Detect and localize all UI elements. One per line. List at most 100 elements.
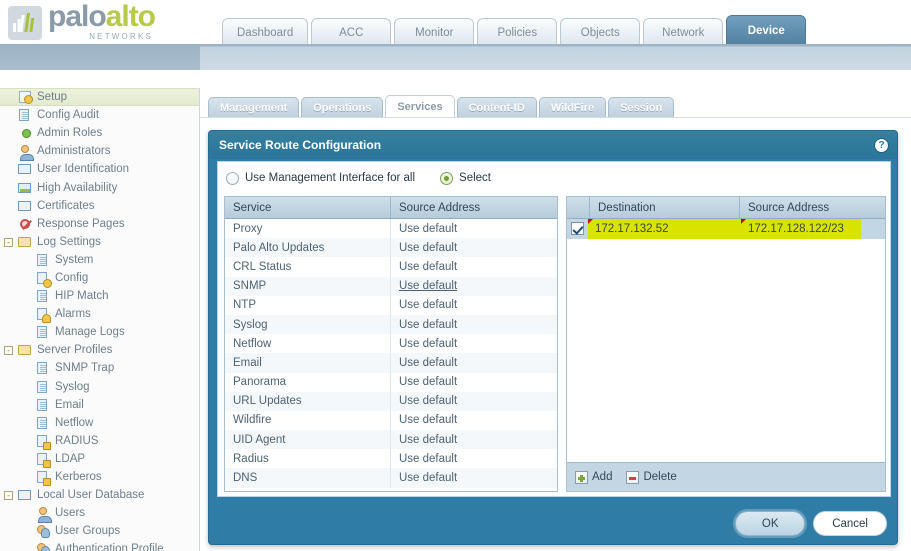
sidebar-item-label: Alarms (55, 308, 91, 321)
service-table-row[interactable]: Palo Alto Updates Use default (225, 238, 557, 258)
service-source-address-cell[interactable]: Use default (390, 410, 557, 431)
destination-source-address-cell[interactable]: 172.17.128.122/23 (741, 219, 861, 239)
ok-button[interactable]: OK (735, 511, 806, 536)
service-table-row[interactable]: URL Updates Use default (225, 391, 557, 411)
sidebar-item-manage-logs[interactable]: Manage Logs (0, 323, 199, 341)
sidebar-item-syslog[interactable]: Syslog (0, 378, 199, 396)
sub-tab-management[interactable]: Management (208, 97, 300, 118)
sidebar-item-user-identification[interactable]: User Identification (0, 160, 199, 178)
tab-device[interactable]: Device (726, 15, 807, 46)
service-source-address-cell[interactable]: Use default (390, 468, 557, 488)
sidebar-item-users[interactable]: Users (0, 504, 199, 524)
sidebar-item-config-audit[interactable]: Config Audit (0, 106, 199, 124)
sidebar-item-email[interactable]: Email (0, 396, 199, 414)
tab-acc[interactable]: ACC (311, 18, 392, 46)
document-icon (36, 253, 51, 267)
service-table-row[interactable]: Proxy Use default (225, 219, 557, 239)
service-source-address-cell[interactable]: Use default (390, 219, 557, 239)
tab-dashboard[interactable]: Dashboard (222, 18, 309, 46)
service-source-address-cell[interactable]: Use default (390, 295, 557, 315)
dialog-title-bar: Service Route Configuration ? (209, 131, 897, 159)
service-table-row[interactable]: Netflow Use default (225, 334, 557, 354)
service-table-row[interactable]: SNMP Use default (225, 276, 557, 296)
sidebar-item-authentication-profile[interactable]: Authentication Profile (0, 540, 199, 551)
tab-policies[interactable]: Policies (477, 18, 558, 46)
service-table-row[interactable]: Panorama Use default (225, 372, 557, 392)
sidebar-item-label: Syslog (55, 380, 90, 393)
sidebar-item-user-groups[interactable]: User Groups (0, 522, 199, 540)
tab-network[interactable]: Network (643, 18, 724, 46)
sidebar-item-high-availability[interactable]: High Availability (0, 178, 199, 196)
sidebar-item-ldap[interactable]: LDAP (0, 450, 199, 468)
sub-tab-session[interactable]: Session (608, 97, 675, 118)
sidebar-item-config[interactable]: Config (0, 269, 199, 288)
service-table-row[interactable]: Radius Use default (225, 449, 557, 469)
row-checkbox[interactable] (571, 222, 584, 235)
sidebar-item-certificates[interactable]: Certificates (0, 197, 199, 215)
tab-monitor[interactable]: Monitor (394, 18, 475, 46)
column-header-source-address[interactable]: Source Address (390, 197, 557, 218)
service-table-row[interactable]: CRL Status Use default (225, 257, 557, 277)
add-button[interactable]: Add (575, 470, 612, 484)
sidebar-item-response-pages[interactable]: Response Pages (0, 215, 199, 233)
sidebar-item-admin-roles[interactable]: Admin Roles (0, 124, 199, 142)
cancel-button[interactable]: Cancel (813, 511, 887, 536)
radio-option-use-management-interface-for-all[interactable]: Use Management Interface for all (226, 171, 415, 185)
sub-tab-wildfire[interactable]: WildFire (538, 97, 607, 118)
service-table-row[interactable]: DNS Use default (225, 468, 557, 488)
sidebar-item-administrators[interactable]: Administrators (0, 142, 199, 162)
service-source-address-cell[interactable]: Use default (390, 372, 557, 392)
tree-collapse-toggle[interactable]: - (4, 346, 13, 356)
tree-collapse-toggle[interactable]: - (4, 491, 13, 501)
sidebar-item-alarms[interactable]: Alarms (0, 305, 199, 324)
sidebar-item-log-settings[interactable]: - Log Settings (0, 233, 199, 251)
service-source-address-cell[interactable]: Use default (390, 257, 557, 277)
sidebar-item-radius[interactable]: RADIUS (0, 432, 199, 450)
sidebar-item-server-profiles[interactable]: - Server Profiles (0, 341, 199, 359)
service-source-address-cell[interactable]: Use default (390, 314, 557, 335)
service-source-address-cell[interactable]: Use default (390, 353, 557, 373)
service-source-address-cell[interactable]: Use default (390, 430, 557, 450)
sidebar-item-local-user-database[interactable]: - Local User Database (0, 486, 199, 504)
service-route-mode-radio-group[interactable]: Use Management Interface for all Select (218, 162, 890, 194)
tree-collapse-toggle[interactable]: - (4, 237, 13, 247)
sidebar-item-netflow[interactable]: Netflow (0, 414, 199, 432)
destination-cell[interactable]: 172.17.132.52 (588, 219, 734, 239)
sub-tab-content-id[interactable]: Content-ID (456, 97, 537, 118)
sidebar-item-system[interactable]: System (0, 251, 199, 269)
radio-option-select[interactable]: Select (440, 171, 491, 185)
lock-document-icon (36, 470, 51, 487)
service-table-row[interactable]: UID Agent Use default (225, 430, 557, 450)
delete-button[interactable]: Delete (626, 470, 677, 484)
brand-logo[interactable]: paloalto NETWORKS (8, 2, 156, 41)
sidebar-item-hip-match[interactable]: HIP Match (0, 287, 199, 305)
service-source-address-cell[interactable]: Use default (390, 449, 557, 469)
sub-tab-services[interactable]: Services (385, 95, 455, 118)
sidebar-item-snmp-trap[interactable]: SNMP Trap (0, 359, 199, 377)
sidebar-item-setup[interactable]: Setup (0, 88, 199, 107)
service-source-address-cell[interactable]: Use default (390, 391, 557, 411)
service-source-address-cell[interactable]: Use default (390, 238, 557, 258)
radio-button[interactable] (440, 171, 454, 185)
column-header-service[interactable]: Service (225, 197, 390, 218)
service-table-row[interactable]: Wildfire Use default (225, 410, 557, 431)
sub-tab-operations[interactable]: Operations (301, 97, 384, 118)
column-header-destination-source-address[interactable]: Source Address (739, 197, 885, 218)
service-source-address-cell[interactable]: Use default (390, 276, 557, 296)
tab-objects[interactable]: Objects (560, 18, 641, 46)
destination-table-row[interactable]: 172.17.132.52 172.17.128.122/23 (567, 219, 885, 239)
sidebar-item-label: Manage Logs (55, 326, 125, 339)
radio-button[interactable] (226, 171, 239, 185)
sidebar-item-kerberos[interactable]: Kerberos (0, 468, 199, 487)
service-source-address-cell[interactable]: Use default (390, 334, 557, 354)
document-icon (36, 289, 51, 303)
service-source-address-value: Use default (399, 260, 458, 273)
sidebar-nav[interactable]: Setup Config Audit Admin Roles Administrato… (0, 88, 200, 551)
service-name-cell: Proxy (233, 222, 263, 235)
help-icon[interactable]: ? (874, 138, 889, 153)
person-icon (36, 506, 52, 524)
column-header-destination[interactable]: Destination (589, 197, 739, 218)
service-table-row[interactable]: NTP Use default (225, 295, 557, 315)
service-table-row[interactable]: Syslog Use default (225, 314, 557, 335)
service-table-row[interactable]: Email Use default (225, 353, 557, 373)
